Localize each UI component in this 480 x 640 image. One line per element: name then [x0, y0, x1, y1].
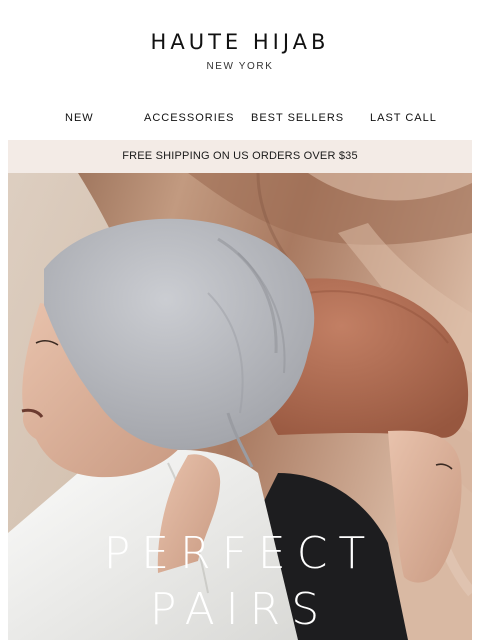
nav-item-last-call[interactable]: LAST CALL [370, 108, 437, 128]
main-nav: NEW ACCESSORIES BEST SELLERS LAST CALL [8, 108, 472, 128]
brand-logo[interactable]: HAUTE HIJAB NEW YORK [0, 28, 480, 72]
brand-name: HAUTE HIJAB [150, 30, 330, 54]
nav-item-best-sellers[interactable]: BEST SELLERS [251, 108, 344, 128]
shipping-promo-text: FREE SHIPPING ON US ORDERS OVER $35 [122, 150, 358, 162]
nav-item-accessories[interactable]: ACCESSORIES [144, 108, 234, 128]
hero-title-line-1: PERFECT [103, 528, 377, 579]
nav-item-new[interactable]: NEW [65, 108, 94, 128]
brand-city: NEW YORK [206, 61, 274, 72]
hero-title-line-2: PAIRS [149, 584, 331, 635]
shipping-promo-banner[interactable]: FREE SHIPPING ON US ORDERS OVER $35 [8, 140, 472, 173]
email-page: HAUTE HIJAB NEW YORK NEW ACCESSORIES BES… [0, 0, 480, 640]
hero-banner[interactable]: PERFECT PAIRS [8, 173, 472, 640]
